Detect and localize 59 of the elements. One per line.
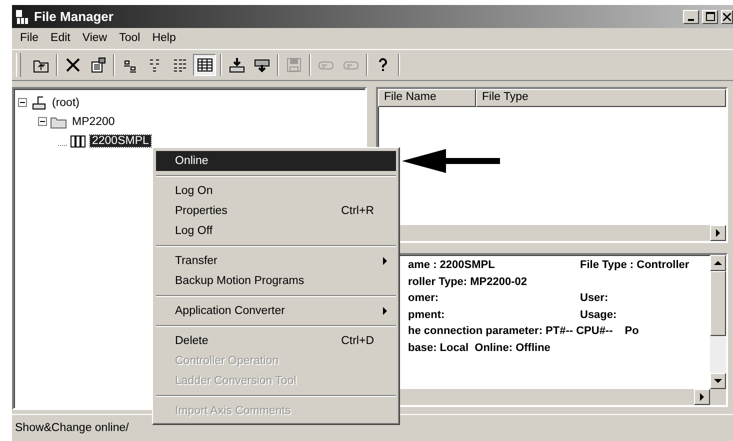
- info-text: omer:: [408, 292, 440, 306]
- column-header[interactable]: File Type: [476, 89, 726, 107]
- info-text: ame : 2200SMPL: [408, 259, 496, 273]
- scroll-up-button[interactable]: [710, 255, 726, 271]
- right-arrow-icon: [714, 229, 722, 237]
- properties-icon: [90, 57, 106, 73]
- tree-item[interactable]: (root): [50, 96, 82, 108]
- minimize-icon: [688, 18, 694, 20]
- minimize-button[interactable]: [683, 10, 699, 24]
- details-button[interactable]: [193, 54, 216, 76]
- download-icon: [228, 57, 244, 73]
- menu-item[interactable]: View: [76, 32, 114, 44]
- scroll-down-button[interactable]: [710, 373, 726, 389]
- maximize-button[interactable]: [702, 10, 718, 24]
- info-text: pment:: [408, 308, 446, 322]
- window-title: File Manager: [34, 9, 114, 24]
- collapse-toggle[interactable]: [38, 117, 47, 126]
- down-arrow-icon: [714, 377, 722, 385]
- scroll-right-button[interactable]: [694, 389, 710, 405]
- menu-item[interactable]: Log On: [156, 181, 396, 201]
- info-text: Po: [624, 325, 639, 339]
- arrow-icon: [402, 149, 502, 173]
- delete-icon: [64, 57, 80, 73]
- info-text: File Type : Controller: [580, 259, 690, 273]
- status-text: Show&Change online/: [15, 422, 129, 434]
- menu-item[interactable]: Application Converter: [156, 301, 396, 321]
- collapse-toggle[interactable]: [18, 98, 27, 107]
- computer-icon: [30, 94, 47, 110]
- list-icon: [172, 57, 188, 73]
- app-icon: [15, 8, 31, 24]
- menu-item[interactable]: Transfer: [156, 251, 396, 271]
- info-text: base: Local Online: Offline: [408, 342, 552, 356]
- menu-item[interactable]: File: [14, 32, 45, 44]
- menu-item[interactable]: Edit: [44, 32, 76, 44]
- menu-item[interactable]: Delete Ctrl+D: [156, 331, 396, 351]
- close-button[interactable]: [721, 10, 733, 24]
- info-text: he connection parameter: PT#-- CPU#--: [408, 325, 613, 339]
- info-text: roller Type: MP2200-02: [408, 276, 528, 290]
- maximize-icon: [706, 12, 714, 21]
- menu-item[interactable]: Properties Ctrl+R: [156, 201, 396, 221]
- info-text: Usage:: [580, 308, 617, 322]
- controller-icon: [70, 132, 87, 148]
- save-icon: [286, 57, 302, 73]
- scroll-right-button[interactable]: [710, 225, 726, 241]
- right-arrow-icon: [698, 393, 706, 401]
- menu-item[interactable]: Online: [156, 151, 396, 171]
- menu-item[interactable]: Help: [146, 32, 182, 44]
- details-icon: [196, 57, 212, 73]
- menu-item[interactable]: Log Off: [156, 221, 396, 241]
- up-arrow-icon: [714, 259, 722, 267]
- info-text: User:: [580, 292, 608, 306]
- tree-item[interactable]: MP2200: [70, 116, 117, 128]
- menu-item[interactable]: Backup Motion Programs: [156, 271, 396, 291]
- tree-item[interactable]: 2200SMPL: [90, 134, 151, 146]
- column-header[interactable]: File Name: [378, 89, 476, 107]
- close-icon: [723, 12, 731, 20]
- upload-icon: [254, 57, 270, 73]
- menu-item[interactable]: Tool: [113, 32, 146, 44]
- scroll-thumb[interactable]: [710, 271, 726, 336]
